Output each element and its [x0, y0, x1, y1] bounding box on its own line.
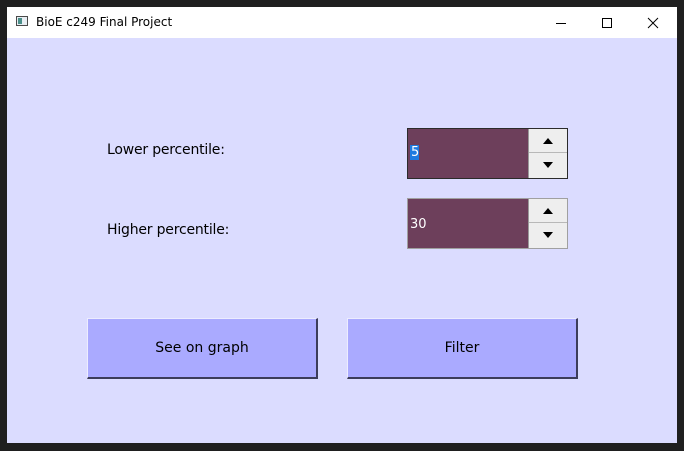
higher-percentile-spinbox[interactable]: 30 — [407, 198, 568, 249]
lower-percentile-spinbox[interactable]: 5 — [407, 128, 568, 179]
close-button[interactable] — [630, 7, 676, 38]
higher-percentile-input[interactable]: 30 — [410, 217, 427, 232]
window-title: BioE c249 Final Project — [36, 15, 173, 29]
minimize-icon — [556, 22, 566, 24]
higher-increment-button[interactable] — [529, 199, 567, 223]
lower-decrement-button[interactable] — [529, 153, 567, 177]
maximize-button[interactable] — [584, 7, 630, 38]
arrow-up-icon — [543, 137, 553, 144]
arrow-down-icon — [543, 232, 553, 238]
lower-percentile-input[interactable]: 5 — [410, 145, 420, 160]
see-on-graph-label: See on graph — [155, 340, 249, 356]
title-bar[interactable]: BioE c249 Final Project — [7, 7, 677, 38]
lower-increment-button[interactable] — [529, 129, 567, 153]
app-icon — [16, 16, 28, 26]
app-window: BioE c249 Final Project Lower percentile… — [7, 7, 677, 443]
higher-spin-buttons — [528, 199, 567, 248]
minimize-button[interactable] — [538, 7, 584, 38]
higher-decrement-button[interactable] — [529, 223, 567, 247]
lower-spin-buttons — [528, 129, 567, 178]
see-on-graph-button[interactable]: See on graph — [87, 318, 318, 379]
filter-button[interactable]: Filter — [347, 318, 578, 379]
arrow-down-icon — [543, 162, 553, 168]
filter-label: Filter — [444, 340, 480, 356]
higher-percentile-label: Higher percentile: — [107, 222, 230, 238]
lower-percentile-label: Lower percentile: — [107, 142, 225, 158]
maximize-icon — [602, 17, 612, 28]
arrow-up-icon — [543, 207, 553, 214]
close-icon — [647, 17, 659, 28]
